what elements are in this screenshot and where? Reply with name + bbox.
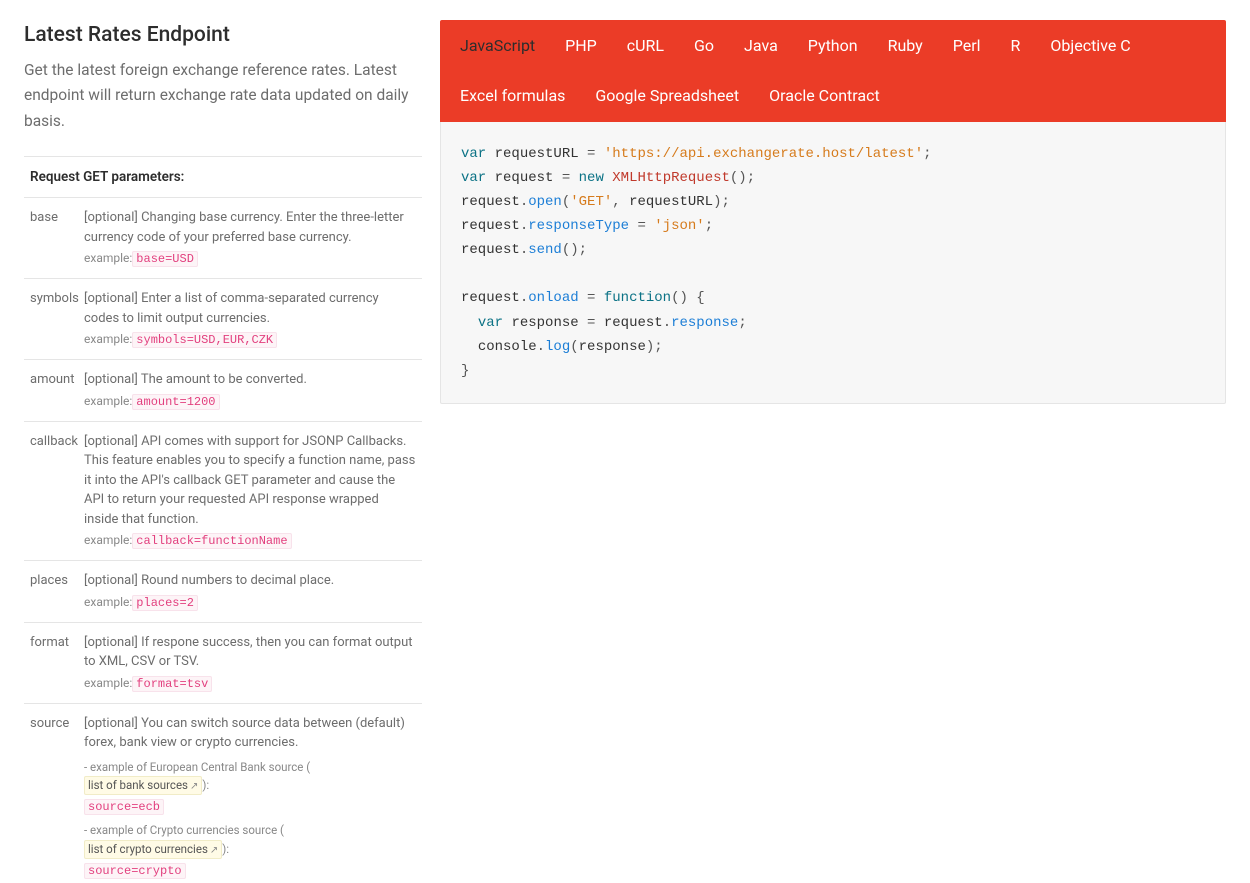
tab-objective-c[interactable]: Objective C bbox=[1050, 34, 1130, 58]
tab-google-spreadsheet[interactable]: Google Spreadsheet bbox=[595, 84, 739, 108]
param-desc: [optional] Changing base currency. Enter… bbox=[84, 208, 416, 247]
language-tabs: JavaScript PHP cURL Go Java Python Ruby Perl R Ob… bbox=[440, 20, 1226, 122]
param-name: callback bbox=[30, 432, 84, 551]
example-label: example: bbox=[84, 676, 132, 690]
param-row: format[optional] If respone success, the… bbox=[24, 623, 422, 704]
tab-excel-formulas[interactable]: Excel formulas bbox=[460, 84, 565, 108]
source-note-crypto: - example of Crypto currencies source (l… bbox=[84, 822, 416, 859]
param-desc: [optional] Round numbers to decimal plac… bbox=[84, 571, 416, 591]
tab-r[interactable]: R bbox=[1011, 34, 1021, 58]
page-description: Get the latest foreign exchange referenc… bbox=[24, 58, 422, 135]
source-note-bank: - example of European Central Bank sourc… bbox=[84, 759, 416, 796]
docs-panel: Latest Rates Endpoint Get the latest for… bbox=[0, 20, 440, 694]
param-example-code: symbols=USD,EUR,CZK bbox=[132, 332, 277, 348]
bank-sources-link[interactable]: list of bank sources↗ bbox=[84, 776, 202, 795]
page-title: Latest Rates Endpoint bbox=[24, 20, 422, 52]
param-example-code: callback=functionName bbox=[132, 533, 291, 549]
param-body: [optional] Enter a list of comma-separat… bbox=[84, 289, 416, 349]
tab-php[interactable]: PHP bbox=[565, 34, 597, 58]
tab-java[interactable]: Java bbox=[744, 34, 778, 58]
param-desc: [optional] API comes with support for JS… bbox=[84, 432, 416, 530]
param-body: [optional] API comes with support for JS… bbox=[84, 432, 416, 551]
param-row: symbols[optional] Enter a list of comma-… bbox=[24, 279, 422, 360]
param-name: base bbox=[30, 208, 84, 268]
param-body: [optional] Round numbers to decimal plac… bbox=[84, 571, 416, 612]
crypto-sources-link[interactable]: list of crypto currencies↗ bbox=[84, 840, 222, 859]
param-name: symbols bbox=[30, 289, 84, 349]
param-example-code: amount=1200 bbox=[132, 394, 219, 410]
example-label: example: bbox=[84, 533, 132, 547]
param-body: [optional] You can switch source data be… bbox=[84, 714, 416, 880]
external-link-icon: ↗ bbox=[190, 781, 198, 792]
param-body: [optional] The amount to be converted. ex… bbox=[84, 370, 416, 411]
tab-curl[interactable]: cURL bbox=[627, 34, 664, 58]
param-example-code: source=crypto bbox=[84, 863, 186, 879]
param-row-source: source [optional] You can switch source … bbox=[24, 704, 422, 883]
param-example-code: format=tsv bbox=[132, 676, 212, 692]
param-desc: [optional] Enter a list of comma-separat… bbox=[84, 289, 416, 328]
param-name: source bbox=[30, 714, 84, 880]
tab-ruby[interactable]: Ruby bbox=[888, 34, 923, 58]
param-example-code: places=2 bbox=[132, 595, 198, 611]
tab-go[interactable]: Go bbox=[694, 34, 714, 58]
param-row: callback[optional] API comes with suppor… bbox=[24, 422, 422, 562]
param-name: amount bbox=[30, 370, 84, 411]
example-label: example: bbox=[84, 595, 132, 609]
tab-python[interactable]: Python bbox=[808, 34, 858, 58]
param-row: base[optional] Changing base currency. E… bbox=[24, 198, 422, 279]
param-desc: [optional] The amount to be converted. bbox=[84, 370, 416, 390]
example-label: example: bbox=[84, 332, 132, 346]
example-label: example: bbox=[84, 394, 132, 408]
param-desc: [optional] If respone success, then you … bbox=[84, 633, 416, 672]
param-body: [optional] If respone success, then you … bbox=[84, 633, 416, 693]
tab-oracle-contract[interactable]: Oracle Contract bbox=[769, 84, 880, 108]
tab-perl[interactable]: Perl bbox=[953, 34, 981, 58]
param-row: places[optional] Round numbers to decima… bbox=[24, 561, 422, 623]
param-name: places bbox=[30, 571, 84, 612]
param-name: format bbox=[30, 633, 84, 693]
param-example-code: base=USD bbox=[132, 251, 198, 267]
param-body: [optional] Changing base currency. Enter… bbox=[84, 208, 416, 268]
params-header: Request GET parameters: bbox=[24, 156, 422, 198]
example-label: example: bbox=[84, 251, 132, 265]
code-panel: JavaScript PHP cURL Go Java Python Ruby Perl R Ob… bbox=[440, 20, 1250, 694]
param-example-code: source=ecb bbox=[84, 799, 164, 815]
code-sample: var requestURL = 'https://api.exchangera… bbox=[440, 122, 1226, 404]
param-desc: [optional] You can switch source data be… bbox=[84, 714, 416, 753]
external-link-icon: ↗ bbox=[210, 845, 218, 856]
tab-javascript[interactable]: JavaScript bbox=[460, 34, 535, 58]
param-row: amount[optional] The amount to be conver… bbox=[24, 360, 422, 422]
